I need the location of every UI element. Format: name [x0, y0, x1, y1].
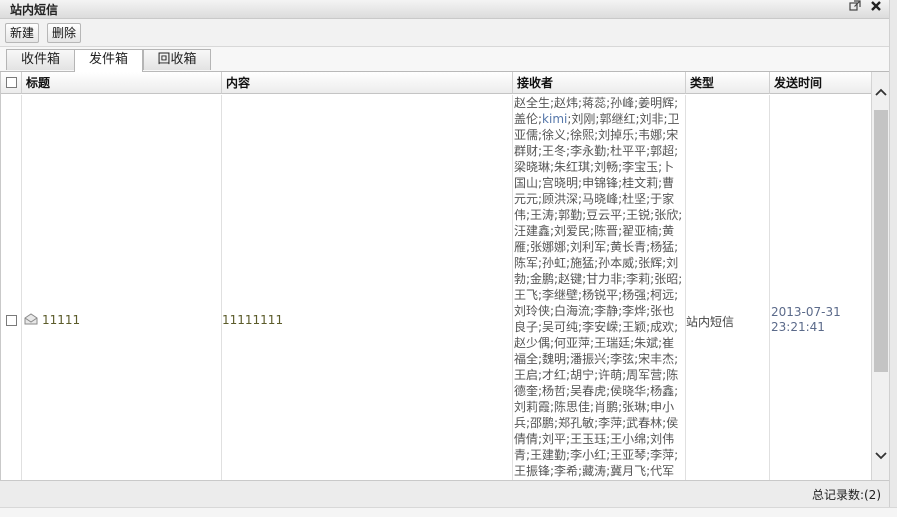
toolbar: 新建 删除: [0, 19, 897, 47]
column-header-send-time[interactable]: 发送时间: [770, 72, 872, 94]
total-records: 总记录数:(2): [811, 488, 881, 502]
row-title[interactable]: 11111: [42, 313, 80, 327]
column-header-type[interactable]: 类型: [686, 72, 770, 94]
column-header-content[interactable]: 内容: [222, 72, 513, 94]
row-content: 11111111: [222, 313, 284, 327]
tab-recycle[interactable]: 回收箱: [143, 49, 211, 70]
row-send-date: 2013-07-31: [771, 305, 841, 319]
tab-inbox[interactable]: 收件箱: [6, 49, 75, 70]
tab-bar: 收件箱 发件箱 回收箱: [0, 47, 897, 72]
receivers-text: 赵全生;赵炜;蒋蕊;孙峰;姜明辉;盖伦;kimi;刘刚;郭继红;刘非;卫亚儒;徐…: [514, 96, 683, 478]
row-type-cell: 站内短信: [685, 95, 770, 480]
header-select-all-cell: [1, 72, 22, 94]
footer: 总记录数:(2): [0, 480, 889, 507]
tab-outbox[interactable]: 发件箱: [74, 49, 143, 72]
outer-scrollbar: [889, 0, 897, 516]
row-send-clock: 23:21:41: [771, 320, 825, 334]
window-titlebar: 站内短信: [0, 0, 897, 19]
new-button[interactable]: 新建: [5, 23, 40, 43]
row-title-cell: 11111: [22, 95, 222, 480]
row-content-cell: 11111111: [222, 95, 513, 480]
close-icon[interactable]: [869, 0, 883, 16]
envelope-icon: [24, 313, 38, 328]
chevron-up-icon[interactable]: [874, 86, 888, 102]
row-receivers: 赵全生;赵炜;蒋蕊;孙峰;姜明辉;盖伦;kimi;刘刚;郭继红;刘非;卫亚儒;徐…: [513, 95, 685, 480]
row-checkbox[interactable]: [6, 315, 17, 326]
message-table: 标题 内容 接收者 类型 发送时间 11111 11111111 赵全生;赵炜;…: [0, 72, 872, 480]
column-header-title[interactable]: 标题: [22, 72, 222, 94]
chevron-down-icon[interactable]: [874, 450, 888, 466]
receiver-kimi: kimi: [542, 112, 568, 126]
select-all-checkbox[interactable]: [6, 77, 17, 88]
row-type: 站内短信: [686, 315, 735, 329]
column-header-receivers[interactable]: 接收者: [513, 72, 686, 94]
window-title: 站内短信: [10, 3, 59, 17]
delete-button[interactable]: 删除: [47, 23, 82, 43]
row-send-time-cell: 2013-07-31 23:21:41: [770, 95, 872, 480]
vertical-scrollbar[interactable]: [871, 72, 890, 480]
row-select-cell: [1, 95, 22, 480]
popout-icon[interactable]: [848, 0, 862, 16]
scrollbar-thumb[interactable]: [874, 110, 888, 372]
